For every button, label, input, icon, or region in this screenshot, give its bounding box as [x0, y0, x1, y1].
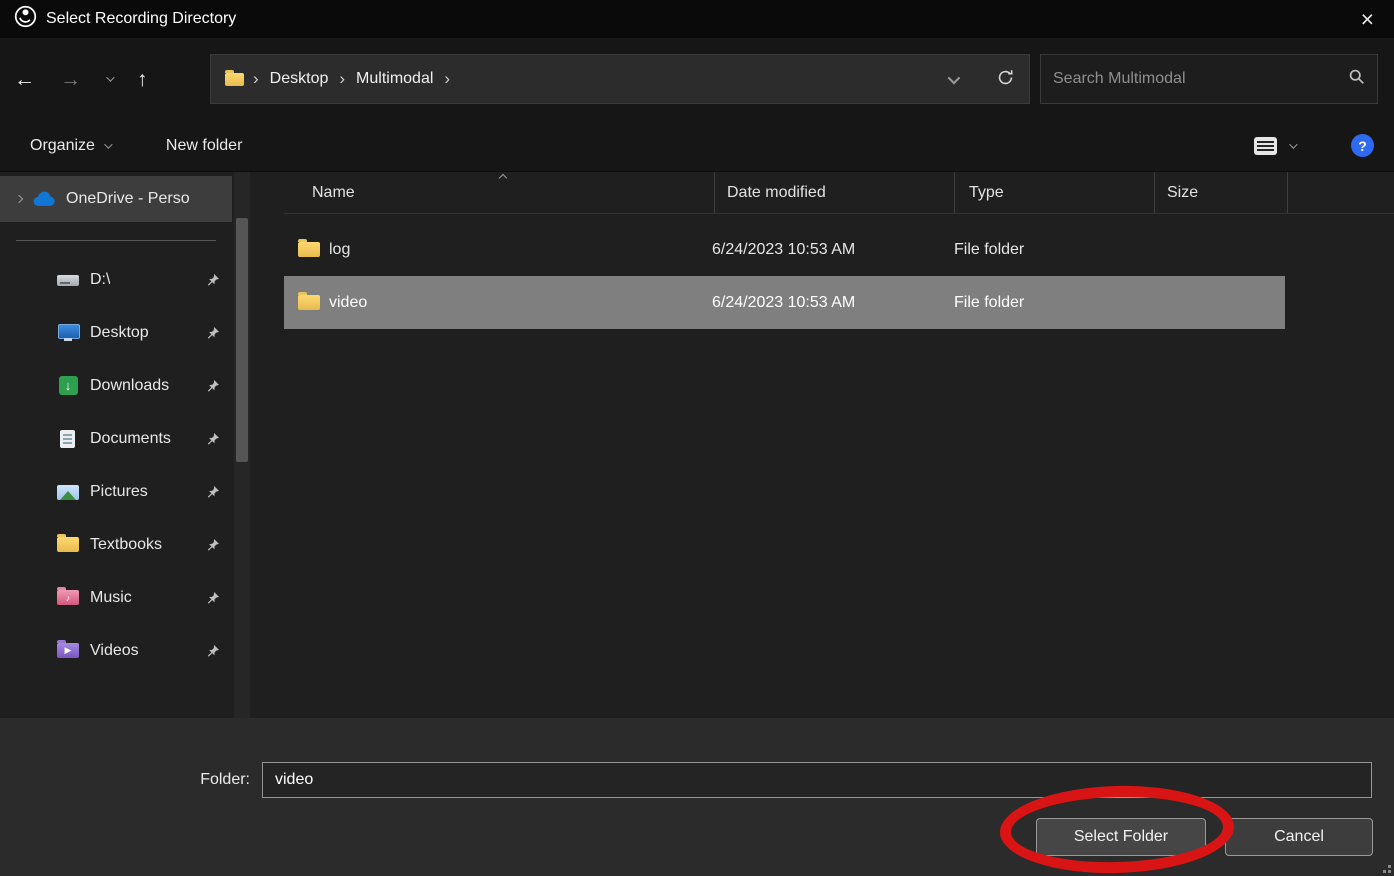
pin-icon	[206, 379, 220, 393]
column-header-size[interactable]: Size	[1154, 172, 1288, 213]
pin-icon	[206, 432, 220, 446]
file-name: log	[329, 241, 350, 259]
folder-name-input[interactable]	[262, 762, 1372, 798]
file-date-modified: 6/24/2023 10:53 AM	[700, 241, 940, 259]
breadcrumb-separator: ›	[253, 69, 259, 89]
cancel-button[interactable]: Cancel	[1225, 818, 1373, 856]
expand-chevron-icon[interactable]	[15, 195, 23, 203]
downloads-icon: ↓	[56, 376, 80, 396]
sidebar-item-label: D:\	[90, 271, 110, 289]
pin-icon	[206, 591, 220, 605]
file-row-video[interactable]: video 6/24/2023 10:53 AM File folder	[284, 276, 1285, 329]
recent-locations-chevron-icon[interactable]	[106, 73, 114, 81]
onedrive-cloud-icon	[32, 189, 56, 209]
sidebar-item-label: Pictures	[90, 483, 148, 501]
navigation-pane: OneDrive - Perso D:\ Desktop ↓ Downloads	[0, 172, 260, 718]
search-icon[interactable]	[1348, 68, 1365, 90]
obs-logo-icon	[14, 5, 37, 33]
sidebar-scrollbar[interactable]	[234, 172, 250, 718]
view-options-chevron-icon[interactable]	[1289, 140, 1297, 148]
organize-dropdown-icon	[104, 140, 112, 148]
breadcrumb-folder-icon[interactable]	[225, 73, 244, 86]
file-list-pane: Name Date modified Type Size log 6/24/20…	[260, 172, 1394, 718]
nav-buttons: ← → ↑	[14, 69, 210, 90]
file-row-log[interactable]: log 6/24/2023 10:53 AM File folder	[284, 223, 1285, 276]
pin-icon	[206, 485, 220, 499]
sidebar-item-d-drive[interactable]: D:\	[0, 253, 232, 306]
dialog-content: OneDrive - Perso D:\ Desktop ↓ Downloads	[0, 172, 1394, 718]
select-folder-button[interactable]: Select Folder	[1036, 818, 1206, 856]
sidebar-item-label: Desktop	[90, 324, 149, 342]
sidebar-item-label: Documents	[90, 430, 171, 448]
pin-icon	[206, 538, 220, 552]
file-type: File folder	[940, 294, 1140, 312]
folder-icon	[298, 242, 320, 257]
sidebar-item-onedrive[interactable]: OneDrive - Perso	[0, 176, 232, 222]
column-headers: Name Date modified Type Size	[284, 172, 1394, 214]
select-recording-directory-dialog: Select Recording Directory × ← → ↑ › Des…	[0, 0, 1394, 876]
window-title: Select Recording Directory	[46, 10, 236, 28]
sidebar-item-textbooks[interactable]: Textbooks	[0, 518, 232, 571]
pin-icon	[206, 326, 220, 340]
file-type: File folder	[940, 241, 1140, 259]
address-bar[interactable]: › Desktop › Multimodal ›	[210, 54, 1030, 104]
column-header-type[interactable]: Type	[954, 172, 1154, 213]
sidebar-item-label: Textbooks	[90, 536, 162, 554]
breadcrumb-separator: ›	[339, 69, 345, 89]
breadcrumb-multimodal[interactable]: Multimodal	[354, 70, 435, 88]
folder-icon	[298, 295, 320, 310]
organize-button[interactable]: Organize	[30, 137, 110, 155]
file-name: video	[329, 294, 367, 312]
command-toolbar: Organize New folder ?	[0, 120, 1394, 172]
sidebar-item-downloads[interactable]: ↓ Downloads	[0, 359, 232, 412]
file-date-modified: 6/24/2023 10:53 AM	[700, 294, 940, 312]
toolbar-right: ?	[1254, 134, 1374, 157]
sidebar-item-label: OneDrive - Perso	[66, 190, 190, 208]
sidebar-item-documents[interactable]: Documents	[0, 412, 232, 465]
sidebar-item-desktop[interactable]: Desktop	[0, 306, 232, 359]
breadcrumb-desktop[interactable]: Desktop	[268, 70, 331, 88]
sidebar-scrollbar-thumb[interactable]	[236, 218, 248, 462]
resize-grip[interactable]	[1379, 861, 1392, 874]
address-dropdown-button[interactable]	[938, 68, 967, 91]
search-input[interactable]	[1053, 70, 1348, 88]
sidebar-item-label: Downloads	[90, 377, 169, 395]
sidebar-item-pictures[interactable]: Pictures	[0, 465, 232, 518]
documents-icon	[56, 429, 80, 449]
pictures-icon	[56, 482, 80, 502]
sidebar-item-label: Videos	[90, 642, 139, 660]
up-button[interactable]: ↑	[137, 69, 148, 90]
breadcrumb-separator: ›	[444, 69, 450, 89]
view-options-icon[interactable]	[1254, 137, 1277, 155]
column-header-date-modified[interactable]: Date modified	[714, 172, 954, 213]
navigation-bar: ← → ↑ › Desktop › Multimodal ›	[0, 38, 1394, 120]
sidebar-divider	[16, 240, 216, 241]
title-bar: Select Recording Directory ×	[0, 0, 1394, 38]
refresh-button[interactable]	[994, 66, 1017, 92]
dialog-footer: Folder: Select Folder Cancel	[0, 718, 1394, 876]
folder-icon	[56, 535, 80, 555]
sidebar-item-music[interactable]: ♪ Music	[0, 571, 232, 624]
sidebar-item-videos[interactable]: ▶ Videos	[0, 624, 232, 677]
folder-field-label: Folder:	[0, 771, 262, 789]
desktop-icon	[56, 323, 80, 343]
forward-button[interactable]: →	[60, 69, 81, 90]
pin-icon	[206, 273, 220, 287]
sidebar-item-label: Music	[90, 589, 132, 607]
help-button[interactable]: ?	[1351, 134, 1374, 157]
pin-icon	[206, 644, 220, 658]
videos-folder-icon: ▶	[56, 641, 80, 661]
drive-icon	[56, 270, 80, 290]
music-folder-icon: ♪	[56, 588, 80, 608]
back-button[interactable]: ←	[14, 69, 35, 90]
close-button[interactable]: ×	[1355, 8, 1380, 31]
file-rows: log 6/24/2023 10:53 AM File folder video…	[284, 214, 1394, 329]
search-box	[1040, 54, 1378, 104]
refresh-icon	[996, 68, 1015, 87]
new-folder-button[interactable]: New folder	[166, 137, 242, 155]
